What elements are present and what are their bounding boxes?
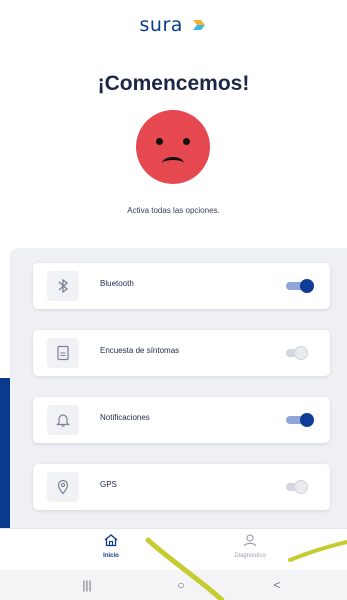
nav-label-home: Inicio: [103, 553, 119, 559]
app-header: sura: [0, 0, 347, 48]
option-card-symptom-survey: Encuesta de síntomas: [33, 330, 330, 376]
option-card-gps: GPS: [33, 464, 330, 510]
nav-item-diagnosis[interactable]: Diagnóstico: [210, 533, 290, 559]
toggle-knob: [300, 279, 314, 293]
face-mouth: [162, 157, 184, 170]
logo-mark-icon: [193, 20, 206, 30]
page-title: ¡Comencemos!: [97, 72, 250, 95]
face-right-eye: [183, 138, 190, 145]
recents-button[interactable]: |||: [72, 578, 102, 592]
gps-toggle[interactable]: [284, 480, 314, 494]
system-back-button[interactable]: <: [262, 578, 292, 592]
option-label-notifications: Notificaciones: [100, 413, 150, 422]
bluetooth-icon: [47, 271, 79, 301]
option-card-notifications: Notificaciones: [33, 397, 330, 443]
face-left-eye: [156, 138, 163, 145]
toggle-knob: [300, 413, 314, 427]
option-label-gps: GPS: [100, 480, 117, 489]
option-label-symptom-survey: Encuesta de síntomas: [100, 346, 180, 355]
bluetooth-toggle[interactable]: [284, 279, 314, 293]
diagnosis-icon: [243, 534, 257, 547]
location-pin-icon: [47, 472, 79, 502]
brand-name: sura: [139, 14, 183, 36]
document-icon: [47, 338, 79, 368]
home-icon: [104, 534, 118, 547]
bottom-navigation: Inicio Diagnóstico: [0, 528, 347, 571]
nav-label-diagnosis: Diagnóstico: [234, 553, 266, 559]
option-label-bluetooth: Bluetooth: [100, 279, 134, 288]
nav-item-home[interactable]: Inicio: [71, 533, 151, 559]
bell-icon: [47, 405, 79, 435]
symptom-survey-toggle[interactable]: [284, 346, 314, 360]
option-card-bluetooth: Bluetooth: [33, 263, 330, 309]
toggle-knob: [294, 480, 308, 494]
toggle-knob: [294, 346, 308, 360]
instruction-text: Activa todas las opciones.: [127, 206, 220, 215]
sura-logo: sura: [0, 14, 347, 36]
system-navigation-bar: ||| ○ <: [0, 570, 347, 600]
notifications-toggle[interactable]: [284, 413, 314, 427]
system-home-button[interactable]: ○: [166, 578, 196, 592]
sad-face-icon: [136, 110, 210, 184]
